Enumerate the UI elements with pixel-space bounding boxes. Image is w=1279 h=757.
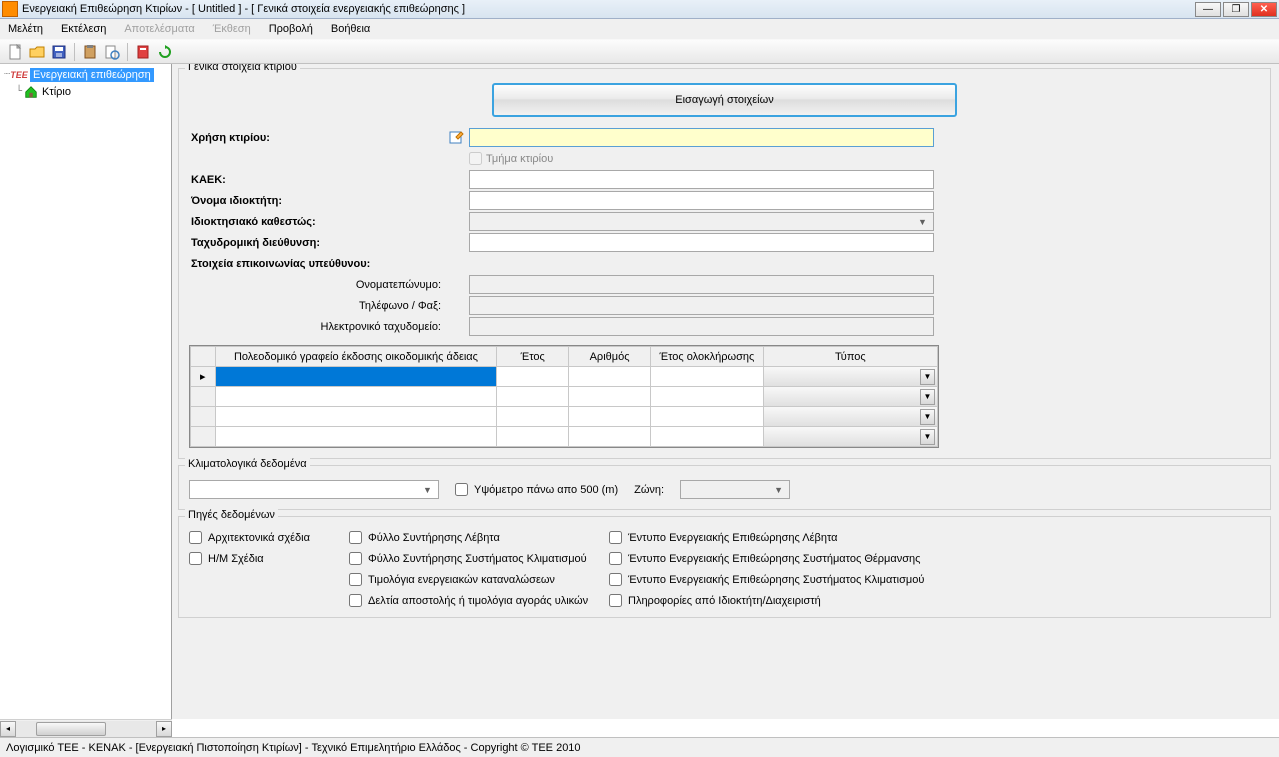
type-combo[interactable]: ▼ <box>764 367 937 386</box>
use-input[interactable] <box>469 128 934 147</box>
altitude-checkbox[interactable]: Υψόμετρο πάνω απο 500 (m) <box>455 483 618 496</box>
email-input[interactable] <box>469 317 934 336</box>
ownership-combo[interactable]: ▼ <box>469 212 934 231</box>
type-combo[interactable]: ▼ <box>764 407 937 426</box>
table-row[interactable]: ▼ <box>191 407 938 427</box>
src-arch[interactable]: Αρχιτεκτονικά σχέδια <box>189 531 349 544</box>
use-label: Χρήση κτιρίου: <box>189 132 449 144</box>
climate-combo[interactable]: ▼ <box>189 480 439 499</box>
toolbar-separator <box>74 43 75 61</box>
titlebar: Ενεργειακή Επιθεώρηση Κτιρίων - [ Untitl… <box>0 0 1279 19</box>
col-type[interactable]: Τύπος <box>763 347 937 367</box>
chevron-down-icon: ▼ <box>920 369 935 385</box>
table-row[interactable]: ▼ <box>191 387 938 407</box>
preview-icon[interactable] <box>103 43 121 61</box>
group-sources: Πηγές δεδομένων Αρχιτεκτονικά σχέδια Η/Μ… <box>178 516 1271 618</box>
statusbar: Λογισμικό ΤΕΕ - ΚΕΝΑΚ - [Ενεργειακή Πιστ… <box>0 737 1279 757</box>
menu-report[interactable]: Έκθεση <box>213 23 251 35</box>
owner-input[interactable] <box>469 191 934 210</box>
new-icon[interactable] <box>6 43 24 61</box>
ownership-label: Ιδιοκτησιακό καθεστώς: <box>189 216 449 228</box>
tree-item-building[interactable]: └ Κτίριο <box>2 83 169 100</box>
type-combo[interactable]: ▼ <box>764 427 937 446</box>
calc-icon[interactable] <box>134 43 152 61</box>
chevron-down-icon: ▼ <box>420 485 435 495</box>
zone-label: Ζώνη: <box>634 484 664 496</box>
house-icon <box>23 85 39 99</box>
menu-help[interactable]: Βοήθεια <box>331 23 370 35</box>
tree-label: Ενεργειακή επιθεώρηση <box>30 68 154 82</box>
toolbar-separator-2 <box>127 43 128 61</box>
section-checkbox[interactable]: Τμήμα κτιρίου <box>469 152 553 165</box>
src-delivery[interactable]: Δελτία αποστολής ή τιμολόγια αγοράς υλικ… <box>349 594 609 607</box>
minimize-button[interactable]: — <box>1195 2 1221 17</box>
chevron-down-icon: ▼ <box>920 389 935 405</box>
phone-input[interactable] <box>469 296 934 315</box>
src-hm[interactable]: Η/Μ Σχέδια <box>189 552 349 565</box>
col-office[interactable]: Πολεοδομικό γραφείο έκδοσης οικοδομικής … <box>215 347 497 367</box>
src-invoices[interactable]: Τιμολόγια ενεργειακών καταναλώσεων <box>349 573 609 586</box>
close-button[interactable]: ✕ <box>1251 2 1277 17</box>
menubar: Μελέτη Εκτέλεση Αποτελέσματα Έκθεση Προβ… <box>0 19 1279 39</box>
menu-study[interactable]: Μελέτη <box>8 23 43 35</box>
chevron-down-icon: ▼ <box>915 217 930 227</box>
zone-combo[interactable]: ▼ <box>680 480 790 499</box>
address-label: Ταχυδρομική διεύθυνση: <box>189 237 449 249</box>
group-general: Γενικά στοιχεία κτιρίου Εισαγωγή στοιχεί… <box>178 68 1271 459</box>
edit-icon[interactable] <box>449 130 465 146</box>
tree-item-inspection[interactable]: ┈ TEE Ενεργειακή επιθεώρηση <box>2 66 169 83</box>
tee-icon: TEE <box>11 68 27 82</box>
email-label: Ηλεκτρονικό ταχυδομείο: <box>189 321 449 333</box>
src-boiler-sheet[interactable]: Φύλλο Συντήρησης Λέβητα <box>349 531 609 544</box>
paste-icon[interactable] <box>81 43 99 61</box>
kaek-label: ΚΑΕΚ: <box>189 174 449 186</box>
src-insp-boiler[interactable]: Έντυπο Ενεργειακής Επιθεώρησης Λέβητα <box>609 531 949 544</box>
table-row[interactable]: ▸ ▼ <box>191 367 938 387</box>
open-icon[interactable] <box>28 43 46 61</box>
toolbar <box>0 39 1279 64</box>
import-button[interactable]: Εισαγωγή στοιχείων <box>492 83 957 117</box>
menu-results[interactable]: Αποτελέσματα <box>124 23 194 35</box>
src-ac-sheet[interactable]: Φύλλο Συντήρησης Συστήματος Κλιματισμού <box>349 552 609 565</box>
table-row[interactable]: ▼ <box>191 427 938 447</box>
contact-label: Στοιχεία επικοινωνίας υπεύθυνου: <box>189 258 449 270</box>
src-insp-heating[interactable]: Έντυπο Ενεργειακής Επιθεώρησης Συστήματο… <box>609 552 949 565</box>
col-year[interactable]: Έτος <box>497 347 569 367</box>
status-text: Λογισμικό ΤΕΕ - ΚΕΝΑΚ - [Ενεργειακή Πιστ… <box>6 742 581 754</box>
src-insp-ac[interactable]: Έντυπο Ενεργειακής Επιθεώρησης Συστήματο… <box>609 573 949 586</box>
tree-panel: ┈ TEE Ενεργειακή επιθεώρηση └ Κτίριο <box>0 64 172 719</box>
kaek-input[interactable] <box>469 170 934 189</box>
refresh-icon[interactable] <box>156 43 174 61</box>
fullname-input[interactable] <box>469 275 934 294</box>
tree-label: Κτίριο <box>42 86 71 98</box>
group-climate: Κλιματολογικά δεδομένα ▼ Υψόμετρο πάνω α… <box>178 465 1271 510</box>
col-number[interactable]: Αριθμός <box>569 347 651 367</box>
group-general-title: Γενικά στοιχεία κτιρίου <box>185 64 300 73</box>
owner-label: Όνομα ιδιοκτήτη: <box>189 195 449 207</box>
scroll-left-button[interactable]: ◂ <box>0 721 16 737</box>
phone-label: Τηλέφωνο / Φαξ: <box>189 300 449 312</box>
type-combo[interactable]: ▼ <box>764 387 937 406</box>
scroll-thumb[interactable] <box>36 722 106 736</box>
row-indicator: ▸ <box>191 367 216 387</box>
content-panel: Γενικά στοιχεία κτιρίου Εισαγωγή στοιχεί… <box>172 64 1279 719</box>
save-icon[interactable] <box>50 43 68 61</box>
permits-grid[interactable]: Πολεοδομικό γραφείο έκδοσης οικοδομικής … <box>189 345 939 448</box>
window-title: Ενεργειακή Επιθεώρηση Κτιρίων - [ Untitl… <box>22 3 1195 15</box>
address-input[interactable] <box>469 233 934 252</box>
group-climate-title: Κλιματολογικά δεδομένα <box>185 458 310 470</box>
app-icon <box>2 1 18 17</box>
maximize-button[interactable]: ❐ <box>1223 2 1249 17</box>
group-sources-title: Πηγές δεδομένων <box>185 509 278 521</box>
scroll-right-button[interactable]: ▸ <box>156 721 172 737</box>
chevron-down-icon: ▼ <box>771 485 786 495</box>
tree-hscroll[interactable]: ◂ ▸ <box>0 719 172 737</box>
fullname-label: Ονοματεπώνυμο: <box>189 279 449 291</box>
col-completion[interactable]: Έτος ολοκλήρωσης <box>651 347 764 367</box>
chevron-down-icon: ▼ <box>920 409 935 425</box>
menu-view[interactable]: Προβολή <box>269 23 313 35</box>
menu-execute[interactable]: Εκτέλεση <box>61 23 106 35</box>
src-owner-info[interactable]: Πληροφορίες από Ιδιοκτήτη/Διαχειριστή <box>609 594 949 607</box>
chevron-down-icon: ▼ <box>920 429 935 445</box>
